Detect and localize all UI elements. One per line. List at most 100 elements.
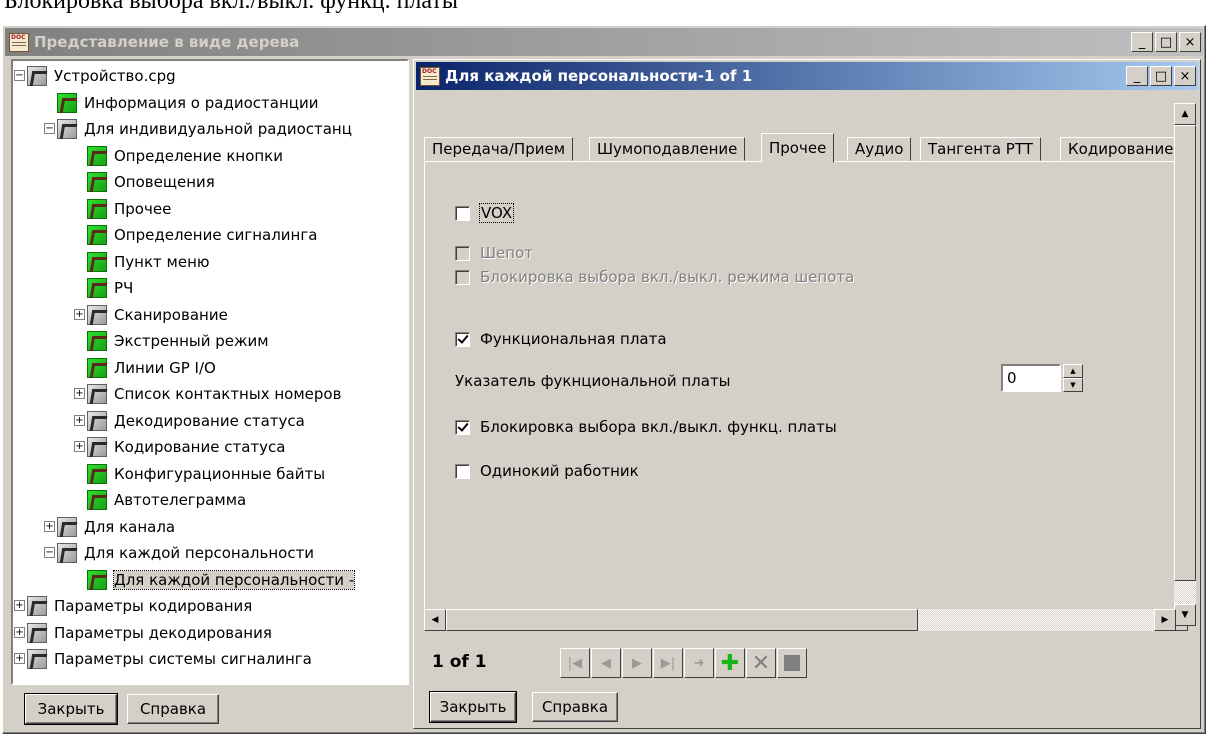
page-node-icon — [87, 331, 107, 351]
folder-node-icon — [87, 410, 107, 431]
tree-node[interactable]: Определение кнопки — [87, 143, 283, 169]
lone-worker-checkbox-row[interactable]: Одинокий работник — [455, 462, 639, 480]
tree-close-button[interactable]: Закрыть — [24, 693, 118, 725]
func-board-checkbox[interactable] — [455, 331, 470, 347]
tree-node[interactable]: − Для индивидуальной радиостанц — [44, 116, 352, 142]
func-board-pointer-spinner[interactable]: ▲ ▼ — [1063, 364, 1083, 392]
tree-node[interactable]: РЧ — [87, 275, 133, 301]
vertical-scrollbar[interactable]: ▲ ▼ — [1174, 103, 1196, 626]
vox-checkbox-row[interactable]: VOX — [455, 203, 515, 223]
tree-node[interactable]: − Устройство.cpg — [14, 63, 176, 89]
page-node-icon — [87, 251, 107, 272]
minimize-button[interactable]: _ — [1131, 32, 1153, 52]
collapse-icon[interactable]: − — [44, 123, 55, 134]
close-icon: × — [1184, 34, 1196, 50]
expand-icon[interactable]: + — [14, 600, 25, 611]
func-board-pointer-input[interactable] — [1001, 364, 1061, 392]
expand-icon[interactable]: + — [44, 520, 55, 532]
personality-close-button[interactable]: Закрыть — [429, 691, 517, 723]
device-tree[interactable]: − Устройство.cpg Информация о радиостанции… — [11, 59, 409, 685]
personality-titlebar[interactable]: Для каждой персональности-1 of 1 _ □ × — [416, 62, 1198, 90]
scroll-up-icon[interactable]: ▲ — [1174, 103, 1196, 125]
next-record-button[interactable]: ▶ — [622, 648, 652, 678]
prev-record-button[interactable]: ◀ — [591, 648, 621, 678]
folder-node-icon — [27, 649, 47, 669]
collapse-icon[interactable]: − — [44, 547, 55, 558]
personality-help-button[interactable]: Справка — [532, 692, 618, 722]
func-board-lock-checkbox[interactable] — [455, 419, 470, 435]
expand-icon[interactable]: + — [74, 308, 85, 320]
tree-node[interactable]: − Для каждой персональности — [44, 540, 315, 566]
add-record-button[interactable]: ✚ — [715, 648, 745, 678]
func-board-lock-checkbox-row[interactable]: Блокировка выбора вкл./выкл. функц. плат… — [455, 418, 837, 436]
first-record-button[interactable]: |◀ — [560, 648, 590, 678]
tree-node-label: Для каждой персональности — [84, 544, 315, 562]
tab-squelch[interactable]: Шумоподавление — [589, 137, 746, 161]
tree-node[interactable]: Автотелеграмма — [87, 487, 246, 513]
stop-button[interactable] — [777, 648, 807, 678]
whisper-lock-checkbox — [455, 269, 470, 285]
minimize-icon: _ — [1133, 68, 1141, 84]
last-record-button[interactable]: ▶| — [653, 648, 683, 678]
horizontal-scroll-thumb[interactable] — [446, 609, 918, 631]
tree-node[interactable]: Пункт меню — [87, 249, 210, 275]
tree-node[interactable]: + Параметры системы сигналинга — [14, 646, 312, 672]
close-window-button[interactable]: × — [1174, 66, 1196, 86]
tree-node[interactable]: Конфигурационные байты — [87, 461, 325, 487]
tree-node-label: Пункт меню — [114, 252, 210, 271]
close-window-button[interactable]: × — [1179, 32, 1201, 52]
expand-icon[interactable]: + — [74, 414, 85, 426]
expand-icon[interactable]: + — [14, 626, 25, 638]
func-board-checkbox-row[interactable]: Функциональная плата — [455, 330, 667, 348]
tab-ptt[interactable]: Тангента PTT — [920, 137, 1041, 161]
lone-worker-checkbox[interactable] — [455, 463, 470, 479]
minimize-icon: _ — [1138, 34, 1146, 50]
spin-down-icon[interactable]: ▼ — [1063, 378, 1083, 392]
tree-node-label: Параметры системы сигналинга — [54, 650, 312, 668]
tree-node[interactable]: + Декодирование статуса — [74, 408, 305, 434]
spin-up-icon[interactable]: ▲ — [1063, 364, 1083, 378]
scroll-down-icon[interactable]: ▼ — [1174, 604, 1196, 626]
goto-record-button[interactable]: ➜ — [684, 648, 714, 678]
scroll-left-icon[interactable]: ◀ — [424, 609, 446, 631]
tree-node[interactable]: + Параметры декодирования — [14, 620, 272, 646]
minimize-button[interactable]: _ — [1126, 66, 1148, 86]
maximize-button[interactable]: □ — [1150, 66, 1172, 86]
tree-node[interactable]: + Список контактных номеров — [74, 381, 341, 407]
expand-icon[interactable]: + — [74, 441, 85, 452]
tree-node-label: Определение кнопки — [114, 146, 283, 165]
tree-node[interactable]: + Кодирование статуса — [74, 434, 285, 460]
tree-node[interactable]: + Для канала — [44, 514, 175, 540]
tree-node[interactable]: + Параметры кодирования — [14, 593, 252, 619]
tree-view-titlebar[interactable]: Представление в виде дерева _ □ × — [5, 28, 1203, 56]
whisper-label: Шепот — [480, 244, 533, 262]
tab-tx-rx[interactable]: Передача/Прием — [424, 137, 574, 161]
tree-node-label: Экстренный режим — [114, 332, 269, 350]
tab-other[interactable]: Прочее — [761, 133, 835, 163]
scroll-right-icon[interactable]: ▶ — [1154, 609, 1176, 631]
whisper-checkbox — [455, 245, 470, 261]
tree-node[interactable]: Прочее — [87, 196, 171, 222]
expand-icon[interactable]: + — [74, 388, 85, 399]
folder-node-icon — [27, 622, 47, 643]
collapse-icon[interactable]: − — [14, 70, 25, 81]
tree-node[interactable]: + Сканирование — [74, 302, 228, 328]
tree-node[interactable]: Определение сигналинга — [87, 222, 317, 248]
vertical-scroll-thumb[interactable] — [1174, 125, 1196, 581]
maximize-button[interactable]: □ — [1155, 32, 1177, 52]
page-node-icon — [87, 463, 107, 484]
tab-audio[interactable]: Аудио — [847, 137, 912, 161]
tree-node[interactable]: Информация о радиостанции — [57, 90, 318, 116]
tree-help-button[interactable]: Справка — [127, 694, 219, 724]
delete-record-button[interactable]: ✕ — [746, 648, 776, 678]
tree-node[interactable]: Линии GP I/O — [87, 355, 216, 381]
vox-checkbox[interactable] — [455, 205, 470, 221]
tree-node[interactable]: Для каждой персональности - — [87, 567, 356, 593]
tree-node[interactable]: Оповещения — [87, 169, 215, 195]
horizontal-scrollbar[interactable]: ◀ ▶ — [424, 609, 1176, 631]
tree-node[interactable]: Экстренный режим — [87, 328, 269, 354]
folder-node-icon — [57, 119, 77, 139]
expand-icon[interactable]: + — [14, 653, 25, 664]
whisper-lock-label: Блокировка выбора вкл./выкл. режима шепо… — [480, 268, 855, 286]
tab-encoding[interactable]: Кодирование — [1060, 137, 1182, 161]
